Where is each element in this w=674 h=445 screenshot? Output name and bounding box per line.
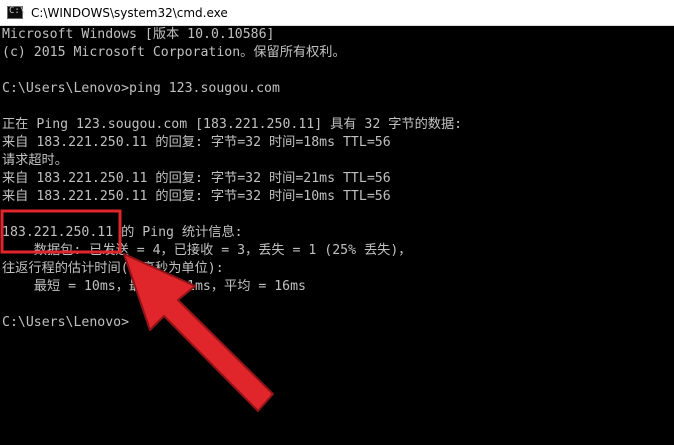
console-line: 来自 183.221.250.11 的回复: 字节=32 时间=21ms TTL… xyxy=(2,171,391,186)
title-bar: C:\ C:\WINDOWS\system32\cmd.exe xyxy=(0,0,674,26)
console-line: 来自 183.221.250.11 的回复: 字节=32 时间=18ms TTL… xyxy=(2,135,391,150)
console-line: (c) 2015 Microsoft Corporation。保留所有权利。 xyxy=(2,45,346,60)
console-line: 请求超时。 xyxy=(2,153,68,168)
console-line: Microsoft Windows [版本 10.0.10586] xyxy=(2,27,275,42)
cmd-icon: C:\ xyxy=(7,6,25,19)
console-line: 来自 183.221.250.11 的回复: 字节=32 时间=10ms TTL… xyxy=(2,189,391,204)
console-line: C:\Users\Lenovo>ping 123.sougou.com xyxy=(2,81,280,96)
console-line: 数据包: 已发送 = 4，已接收 = 3，丢失 = 1 (25% 丢失)， xyxy=(2,243,412,258)
console-line: C:\Users\Lenovo> xyxy=(2,315,130,330)
window-title: C:\WINDOWS\system32\cmd.exe xyxy=(31,6,228,20)
console-line: 正在 Ping 123.sougou.com [183.221.250.11] … xyxy=(2,117,463,132)
console-output[interactable]: Microsoft Windows [版本 10.0.10586] (c) 20… xyxy=(0,26,674,445)
console-line: 最短 = 10ms，最长 = 21ms，平均 = 16ms xyxy=(2,279,306,294)
console-line: 往返行程的估计时间(以毫秒为单位): xyxy=(2,261,224,276)
console-line: 183.221.250.11 的 Ping 统计信息: xyxy=(2,225,243,240)
